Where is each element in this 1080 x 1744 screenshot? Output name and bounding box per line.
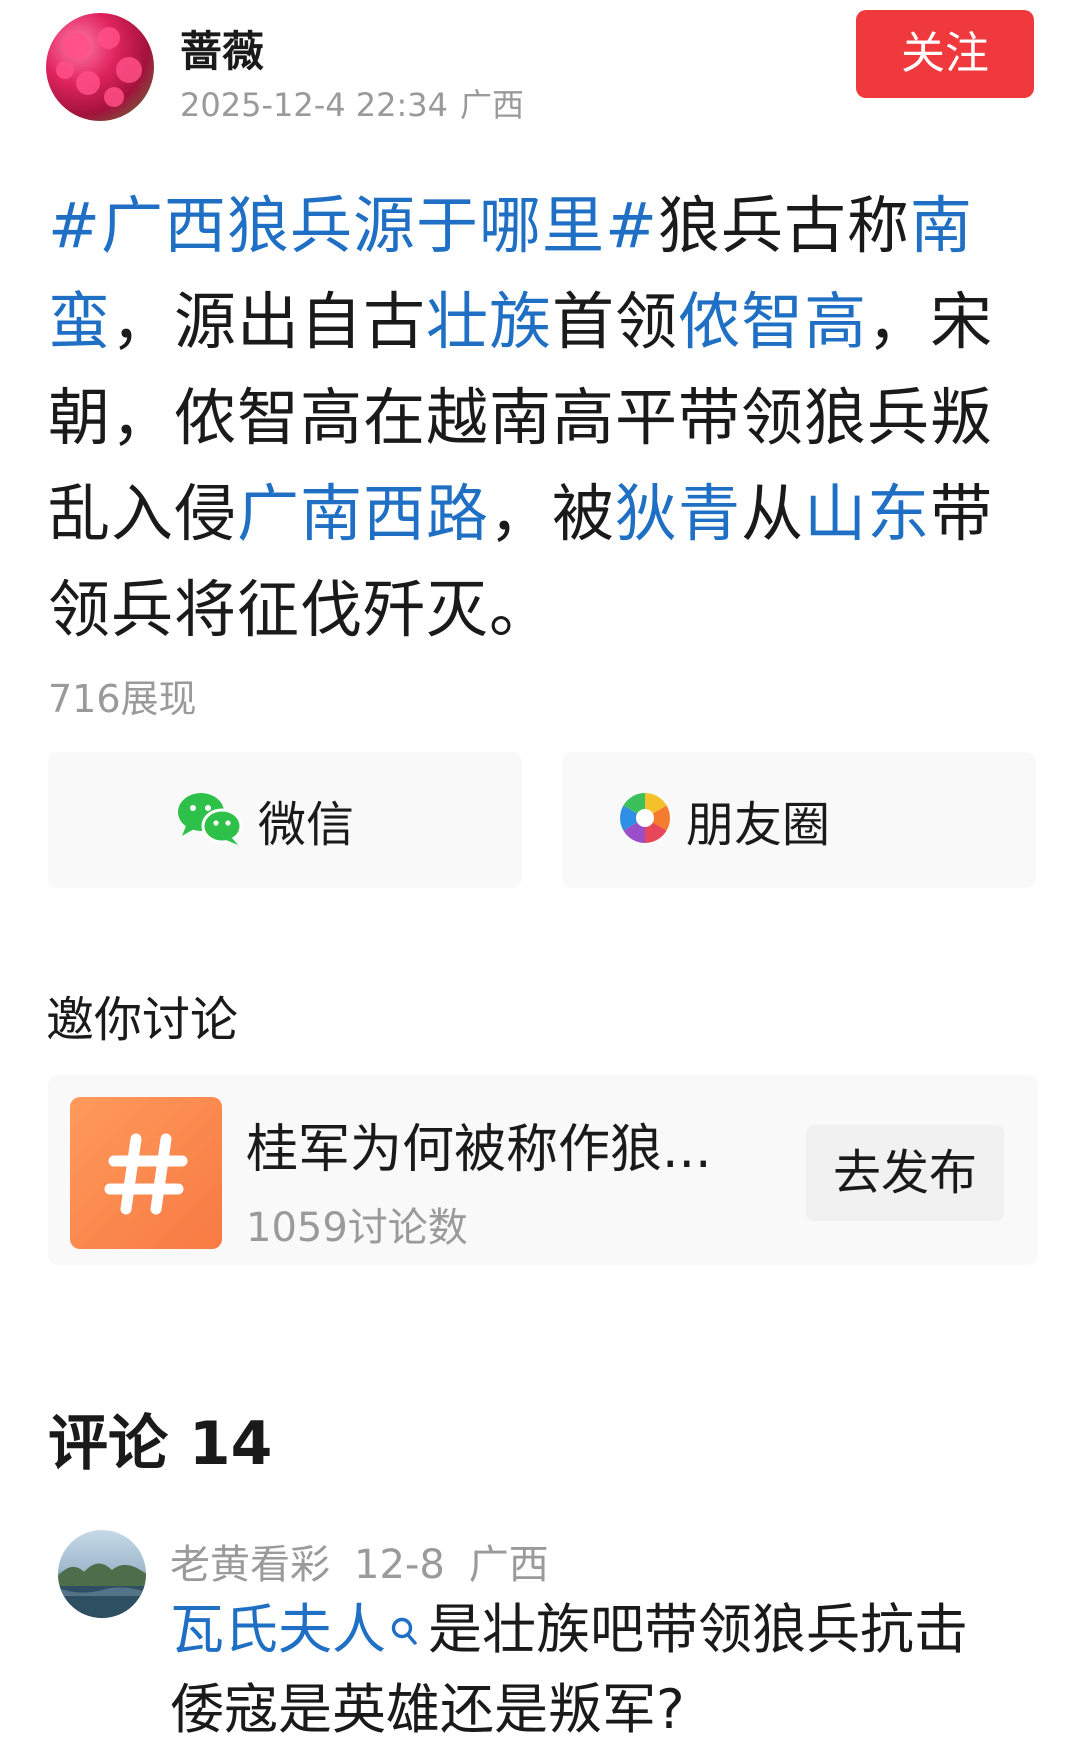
- keyword-link[interactable]: 山东: [804, 477, 930, 550]
- hashtag-icon: [70, 1097, 222, 1249]
- post-text: #广西狼兵源于哪里#狼兵古称南蛮，源出自古壮族首领侬智高，宋朝，侬智高在越南高平…: [48, 178, 1038, 658]
- commenter-name[interactable]: 老黄看彩: [170, 1542, 330, 1588]
- comment-location: 广西: [468, 1542, 549, 1588]
- search-icon[interactable]: [390, 1596, 418, 1672]
- post-page: 蔷薇 2025-12-4 22:34 广西 关注 #广西狼兵源于哪里#狼兵古称南蛮…: [0, 0, 1080, 1744]
- hashtag-link[interactable]: #广西狼兵源于哪里#: [48, 189, 658, 262]
- keyword-link[interactable]: 侬智高: [678, 285, 867, 358]
- share-moments-button[interactable]: 朋友圈: [562, 752, 1036, 888]
- post-text-segment: 首领: [552, 285, 679, 358]
- topic-title[interactable]: 桂军为何被称作狼...: [246, 1107, 712, 1182]
- topic-card[interactable]: 桂军为何被称作狼... 1059讨论数 去发布: [48, 1075, 1038, 1265]
- share-moments-label: 朋友圈: [686, 797, 831, 853]
- comment-meta: 老黄看彩 12-8 广西: [170, 1532, 549, 1590]
- mention-link[interactable]: 瓦氏夫人: [170, 1598, 386, 1661]
- commenter-avatar[interactable]: [58, 1530, 146, 1618]
- post-text-segment: ，源出自古: [111, 285, 427, 358]
- keyword-link[interactable]: 壮族: [426, 285, 552, 358]
- wechat-icon: [176, 790, 244, 850]
- moments-icon: [618, 791, 672, 849]
- share-wechat-button[interactable]: 微信: [48, 752, 522, 888]
- comment-text: 瓦氏夫人 是壮族吧带领狼兵抗击倭寇是英雄还是叛军?: [170, 1592, 1000, 1744]
- publish-button[interactable]: 去发布: [806, 1125, 1004, 1221]
- keyword-link[interactable]: 广南西路: [237, 477, 489, 550]
- author-name[interactable]: 蔷薇: [180, 18, 264, 79]
- topic-discussion-count: 1059讨论数: [246, 1205, 468, 1251]
- post-header: 蔷薇 2025-12-4 22:34 广西 关注: [0, 0, 1080, 130]
- post-location: 广西: [460, 86, 525, 124]
- share-wechat-label: 微信: [258, 797, 355, 853]
- post-text-segment: 从: [741, 477, 805, 550]
- post-date: 2025-12-4 22:34: [180, 86, 448, 124]
- author-avatar[interactable]: [46, 13, 154, 121]
- discussion-section-title: 邀你讨论: [46, 992, 239, 1048]
- follow-button[interactable]: 关注: [856, 10, 1034, 98]
- post-meta: 2025-12-4 22:34 广西: [180, 80, 524, 126]
- view-count: 716展现: [48, 677, 197, 721]
- comment-date: 12-8: [354, 1542, 445, 1588]
- post-text-segment: ，被: [489, 477, 616, 550]
- comments-heading: 评论 14: [48, 1409, 273, 1479]
- keyword-link[interactable]: 狄青: [615, 477, 741, 550]
- post-text-segment: 狼兵古称: [657, 189, 910, 262]
